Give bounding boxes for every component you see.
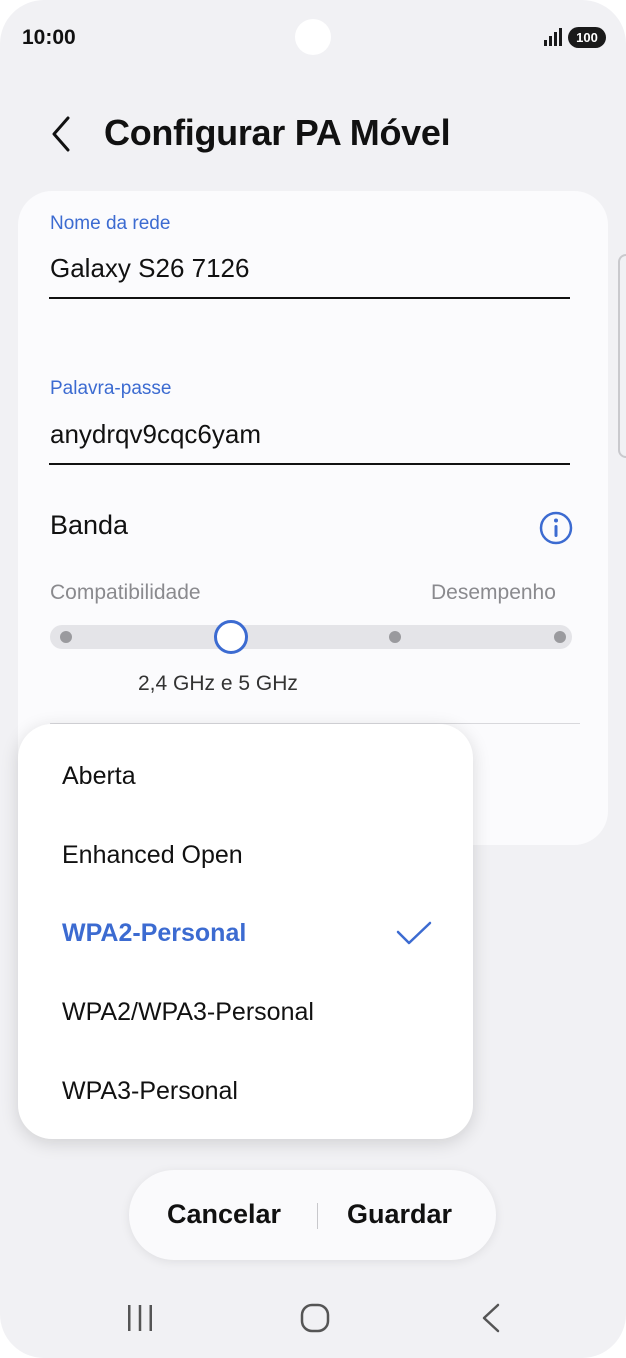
- check-icon: [396, 921, 432, 945]
- battery-indicator: 100: [568, 27, 606, 48]
- band-slider-step: [389, 631, 401, 643]
- phone-screen: 10:00 100 Configurar PA Móvel Nome da re…: [0, 0, 626, 1358]
- band-label: Banda: [50, 510, 129, 540]
- page-title: Configurar PA Móvel: [104, 112, 451, 153]
- option-aberta[interactable]: Aberta: [62, 762, 136, 791]
- cancel-button[interactable]: Cancelar: [167, 1199, 281, 1230]
- nav-back-icon[interactable]: [476, 1302, 508, 1334]
- option-enhanced-open[interactable]: Enhanced Open: [62, 841, 243, 870]
- action-bar: Cancelar Guardar: [129, 1170, 496, 1260]
- back-chevron-icon[interactable]: [44, 112, 80, 156]
- status-time: 10:00: [22, 26, 76, 49]
- action-separator: [317, 1203, 318, 1229]
- network-name-input[interactable]: Galaxy S26 7126: [50, 253, 249, 284]
- scrollbar[interactable]: [618, 254, 626, 458]
- network-name-underline: [49, 297, 570, 299]
- band-slider-step: [60, 631, 72, 643]
- security-type-menu: Aberta Enhanced Open WPA2-Personal WPA2/…: [18, 724, 473, 1139]
- option-wpa2-wpa3-personal[interactable]: WPA2/WPA3-Personal: [62, 998, 314, 1027]
- save-button[interactable]: Guardar: [347, 1199, 452, 1230]
- signal-icon: [544, 28, 562, 46]
- band-left-label: Compatibilidade: [50, 581, 201, 604]
- password-label: Palavra-passe: [50, 378, 172, 399]
- option-wpa2-personal[interactable]: WPA2-Personal: [62, 919, 246, 948]
- band-right-label: Desempenho: [431, 581, 556, 604]
- info-icon[interactable]: [538, 510, 574, 546]
- home-icon[interactable]: [299, 1302, 331, 1334]
- band-slider-thumb[interactable]: [214, 620, 248, 654]
- network-name-label: Nome da rede: [50, 213, 171, 234]
- option-wpa3-personal[interactable]: WPA3-Personal: [62, 1077, 238, 1106]
- recents-icon[interactable]: [124, 1302, 156, 1334]
- front-camera: [295, 19, 331, 55]
- password-input[interactable]: anydrqv9cqc6yam: [50, 419, 261, 450]
- band-value: 2,4 GHz e 5 GHz: [138, 672, 298, 695]
- password-underline: [49, 463, 570, 465]
- band-slider-track[interactable]: [50, 625, 572, 649]
- band-slider-step: [554, 631, 566, 643]
